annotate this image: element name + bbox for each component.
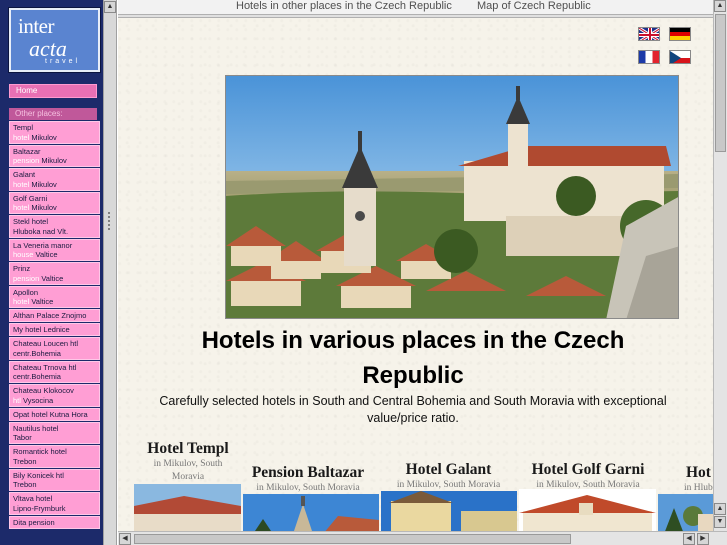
page-title: Hotels in various places in the Czech Re… (201, 327, 625, 389)
vertical-scrollbar[interactable]: ▲ ▲ ▼ (713, 0, 727, 531)
hotel-photo-baltazar[interactable] (243, 494, 379, 531)
nav-home-link[interactable]: Home (9, 84, 97, 98)
horizontal-scroll-thumb[interactable] (134, 534, 571, 544)
nav-item-opat[interactable]: Opat hotel Kutna Hora (9, 407, 100, 421)
hotel-card-golf-garni[interactable]: Hotel Golf Garni in Mikulov, South Morav… (518, 461, 658, 492)
nav-item-la-veneria[interactable]: La Veneria manor house Valtice (9, 238, 100, 261)
hotel-name: Hotel Golf Garni (531, 461, 645, 478)
hotel-photo-golf-garni[interactable] (519, 489, 656, 531)
nav-item-chateau-trnova[interactable]: Chateau Trnova htl centr.Bohemia (9, 360, 100, 383)
nav-item-chateau-klokocov[interactable]: Chateau Klokocov htl Vysocina (9, 384, 100, 407)
hotel-card-baltazar[interactable]: Pension Baltazar in Mikulov, South Morav… (238, 464, 378, 495)
english-flag-icon[interactable] (638, 27, 660, 41)
nav-item-baltazar[interactable]: Baltazar pension Mikulov (9, 144, 100, 167)
hotel-name: Hotel Galant (405, 461, 492, 478)
scroll-down-icon[interactable]: ▼ (714, 516, 726, 528)
logo[interactable]: inter acta travel (9, 8, 100, 72)
nav-other-places-header: Other places: (9, 108, 97, 120)
scroll-right-icon[interactable]: ▶ (697, 533, 709, 545)
scroll-left-icon[interactable]: ◀ (119, 533, 131, 545)
scroll-up-icon[interactable]: ▲ (104, 1, 116, 13)
nav-item-romantick[interactable]: Romantick hotel Trebon (9, 445, 100, 468)
hotel-photo-galant[interactable] (381, 491, 517, 531)
hotel-photo-partial[interactable] (658, 494, 713, 531)
nav-item-galant[interactable]: Galant hotel Mikulov (9, 168, 100, 191)
hotel-name: Pension Baltazar (251, 464, 365, 481)
hotel-card-partial[interactable]: Hot in Hlubo (663, 464, 713, 495)
hotel-name: Hot (686, 464, 711, 481)
scroll-up-icon[interactable]: ▲ (714, 503, 726, 515)
page-subtitle: Carefully selected hotels in South and C… (159, 394, 667, 425)
link-map[interactable]: Map of Czech Republic (477, 0, 591, 13)
nav-item-apollon[interactable]: Apollon hotel Valtice (9, 285, 100, 308)
french-flag-icon[interactable] (638, 50, 660, 64)
nav-item-althan[interactable]: Althan Palace Znojmo (9, 309, 100, 322)
nav-item-nautilus[interactable]: Nautilus hotel Tabor (9, 421, 100, 444)
nav-item-golf-garni[interactable]: Golf Garni hotel Mikulov (9, 191, 100, 214)
top-nav-bar: Hotels in other places in the Czech Repu… (118, 0, 727, 14)
scroll-left-icon[interactable]: ◀ (683, 533, 695, 545)
vertical-scroll-thumb[interactable] (715, 14, 726, 152)
frame-splitter[interactable]: ▲ (103, 0, 117, 545)
german-flag-icon[interactable] (669, 27, 691, 41)
hotel-card-galant[interactable]: Hotel Galant in Mikulov, South Moravia (381, 461, 516, 492)
hotel-card-templ[interactable]: Hotel Templ in Mikulov, South Moravia (133, 440, 243, 484)
nav-item-bily-konicek[interactable]: Bily Konicek htl Trebon (9, 468, 100, 491)
main-content: Hotels in various places in the Czech Re… (118, 18, 713, 531)
nav-item-dita[interactable]: Dita pension (9, 515, 100, 529)
horizontal-scrollbar[interactable]: ◀ ◀ ▶ (118, 531, 727, 545)
nav-item-my-hotel[interactable]: My hotel Lednice (9, 323, 100, 336)
nav-item-vltava[interactable]: Vltava hotel Lipno-Frymburk (9, 492, 100, 515)
link-other-places[interactable]: Hotels in other places in the Czech Repu… (236, 0, 452, 13)
nav-item-stekl[interactable]: Stekl hotel Hluboka nad Vlt. (9, 215, 100, 238)
hotel-name: Hotel Templ (147, 440, 229, 457)
nav-list: Templ hotel Mikulov Baltazar pension Mikul… (9, 121, 100, 530)
hero-photo-mikulov (225, 75, 679, 319)
hotel-photo-templ[interactable] (134, 484, 241, 531)
scroll-up-icon[interactable]: ▲ (714, 0, 726, 12)
left-frame: inter acta travel Home Other places: Tem… (0, 0, 103, 545)
czech-flag-icon[interactable] (669, 50, 691, 64)
nav-item-templ[interactable]: Templ hotel Mikulov (9, 121, 100, 144)
nav-item-chateau-loucen[interactable]: Chateau Loucen htl centr.Bohemia (9, 337, 100, 360)
nav-item-prinz[interactable]: Prinz pension Valtice (9, 262, 100, 285)
splitter-grip-icon[interactable] (108, 212, 112, 230)
hotel-location: in Mikulov, South Moravia (153, 459, 223, 482)
logo-text-travel: travel (45, 58, 81, 65)
